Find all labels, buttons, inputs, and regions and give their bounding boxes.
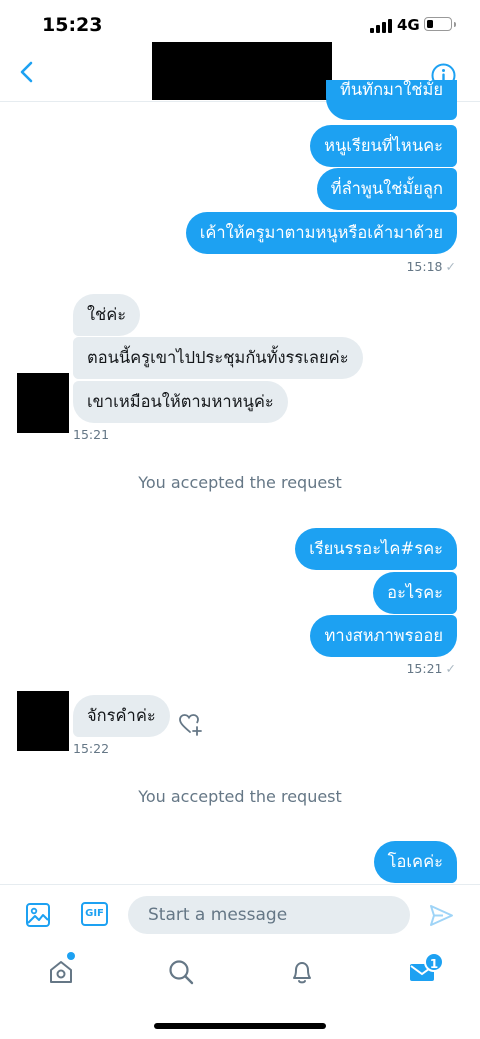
message-bubble-incoming[interactable]: เขาเหมือนให้ตามหาหนูค่ะ — [73, 381, 288, 423]
back-icon[interactable] — [16, 60, 38, 84]
home-indicator — [154, 1023, 326, 1029]
message-bubble-outgoing[interactable]: อะไรคะ — [373, 572, 457, 614]
message-text: ใช่ค่ะ — [87, 305, 127, 324]
message-composer: GIF Start a message — [0, 884, 480, 946]
message-text: หนูเรียนที่ไหนคะ — [324, 136, 443, 155]
message-bubble-outgoing[interactable]: เค้าให้ครูมาตามหนูหรือเค้ามาด้วย — [185, 212, 457, 254]
message-input[interactable]: Start a message — [128, 896, 410, 934]
system-message: You accepted the request — [138, 473, 342, 492]
message-timestamp: 15:21 — [73, 427, 110, 442]
avatar-redacted[interactable] — [17, 373, 69, 433]
image-icon[interactable] — [25, 902, 51, 928]
message-bubble-outgoing[interactable]: เรียนรรอะไค#รคะ — [295, 528, 457, 570]
signal-icon — [370, 19, 392, 33]
message-input-placeholder: Start a message — [148, 905, 288, 925]
message-timestamp: 15:18 ✓ — [406, 259, 456, 274]
read-check-icon: ✓ — [445, 661, 456, 676]
message-timestamp: 15:22 — [73, 741, 110, 756]
tab-bar: 1 — [0, 946, 480, 1039]
message-bubble-outgoing[interactable]: หนูเรียนที่ไหนคะ — [310, 125, 457, 167]
read-check-icon: ✓ — [445, 259, 456, 274]
system-message: You accepted the request — [138, 787, 342, 806]
message-bubble-outgoing[interactable]: ทางสหภาพรออย — [310, 615, 457, 657]
message-bubble-incoming[interactable]: ตอนนี้ครูเขาไปประชุมกันทั้งรรเลยค่ะ — [73, 337, 363, 379]
new-content-dot — [67, 952, 75, 960]
home-icon[interactable] — [47, 958, 75, 986]
notifications-bell-icon[interactable] — [288, 958, 316, 986]
message-bubble-outgoing[interactable]: โอเคค่ะ — [373, 841, 457, 883]
message-text: ที่นทักมาใช่มั้ย — [340, 80, 443, 99]
message-text: ที่ลำพูนใช่มั้ยลูก — [330, 179, 443, 198]
message-bubble-incoming[interactable]: ใช่ค่ะ — [73, 294, 141, 336]
message-text: โอเคค่ะ — [387, 852, 443, 871]
message-bubble-outgoing[interactable]: ที่ลำพูนใช่มั้ยลูก — [316, 168, 457, 210]
message-text: เขาเหมือนให้ตามหาหนูค่ะ — [87, 392, 274, 411]
message-text: เรียนรรอะไค#รคะ — [309, 539, 443, 558]
message-text: อะไรคะ — [387, 583, 443, 602]
messages-unread-badge: 1 — [424, 952, 444, 972]
gif-button[interactable]: GIF — [81, 902, 108, 926]
message-text: ทางสหภาพรออย — [324, 626, 443, 645]
add-reaction-heart-icon[interactable] — [177, 710, 205, 738]
message-text: เค้าให้ครูมาตามหนูหรือเค้ามาด้วย — [199, 223, 443, 242]
message-text: ตอนนี้ครูเขาไปประชุมกันทั้งรรเลยค่ะ — [87, 348, 349, 367]
network-label: 4G — [397, 16, 420, 34]
message-timestamp: 15:21 ✓ — [406, 661, 456, 676]
message-bubble-incoming[interactable]: จักรคำค่ะ — [73, 695, 170, 737]
redacted-conversation-name — [152, 42, 332, 100]
message-text: จักรคำค่ะ — [87, 706, 156, 725]
message-bubble-outgoing[interactable]: ที่นทักมาใช่มั้ย — [326, 80, 457, 120]
battery-icon — [424, 17, 456, 31]
avatar-redacted[interactable] — [17, 691, 69, 751]
search-icon[interactable] — [167, 958, 195, 986]
send-icon[interactable] — [428, 902, 455, 929]
status-time: 15:23 — [42, 14, 103, 36]
